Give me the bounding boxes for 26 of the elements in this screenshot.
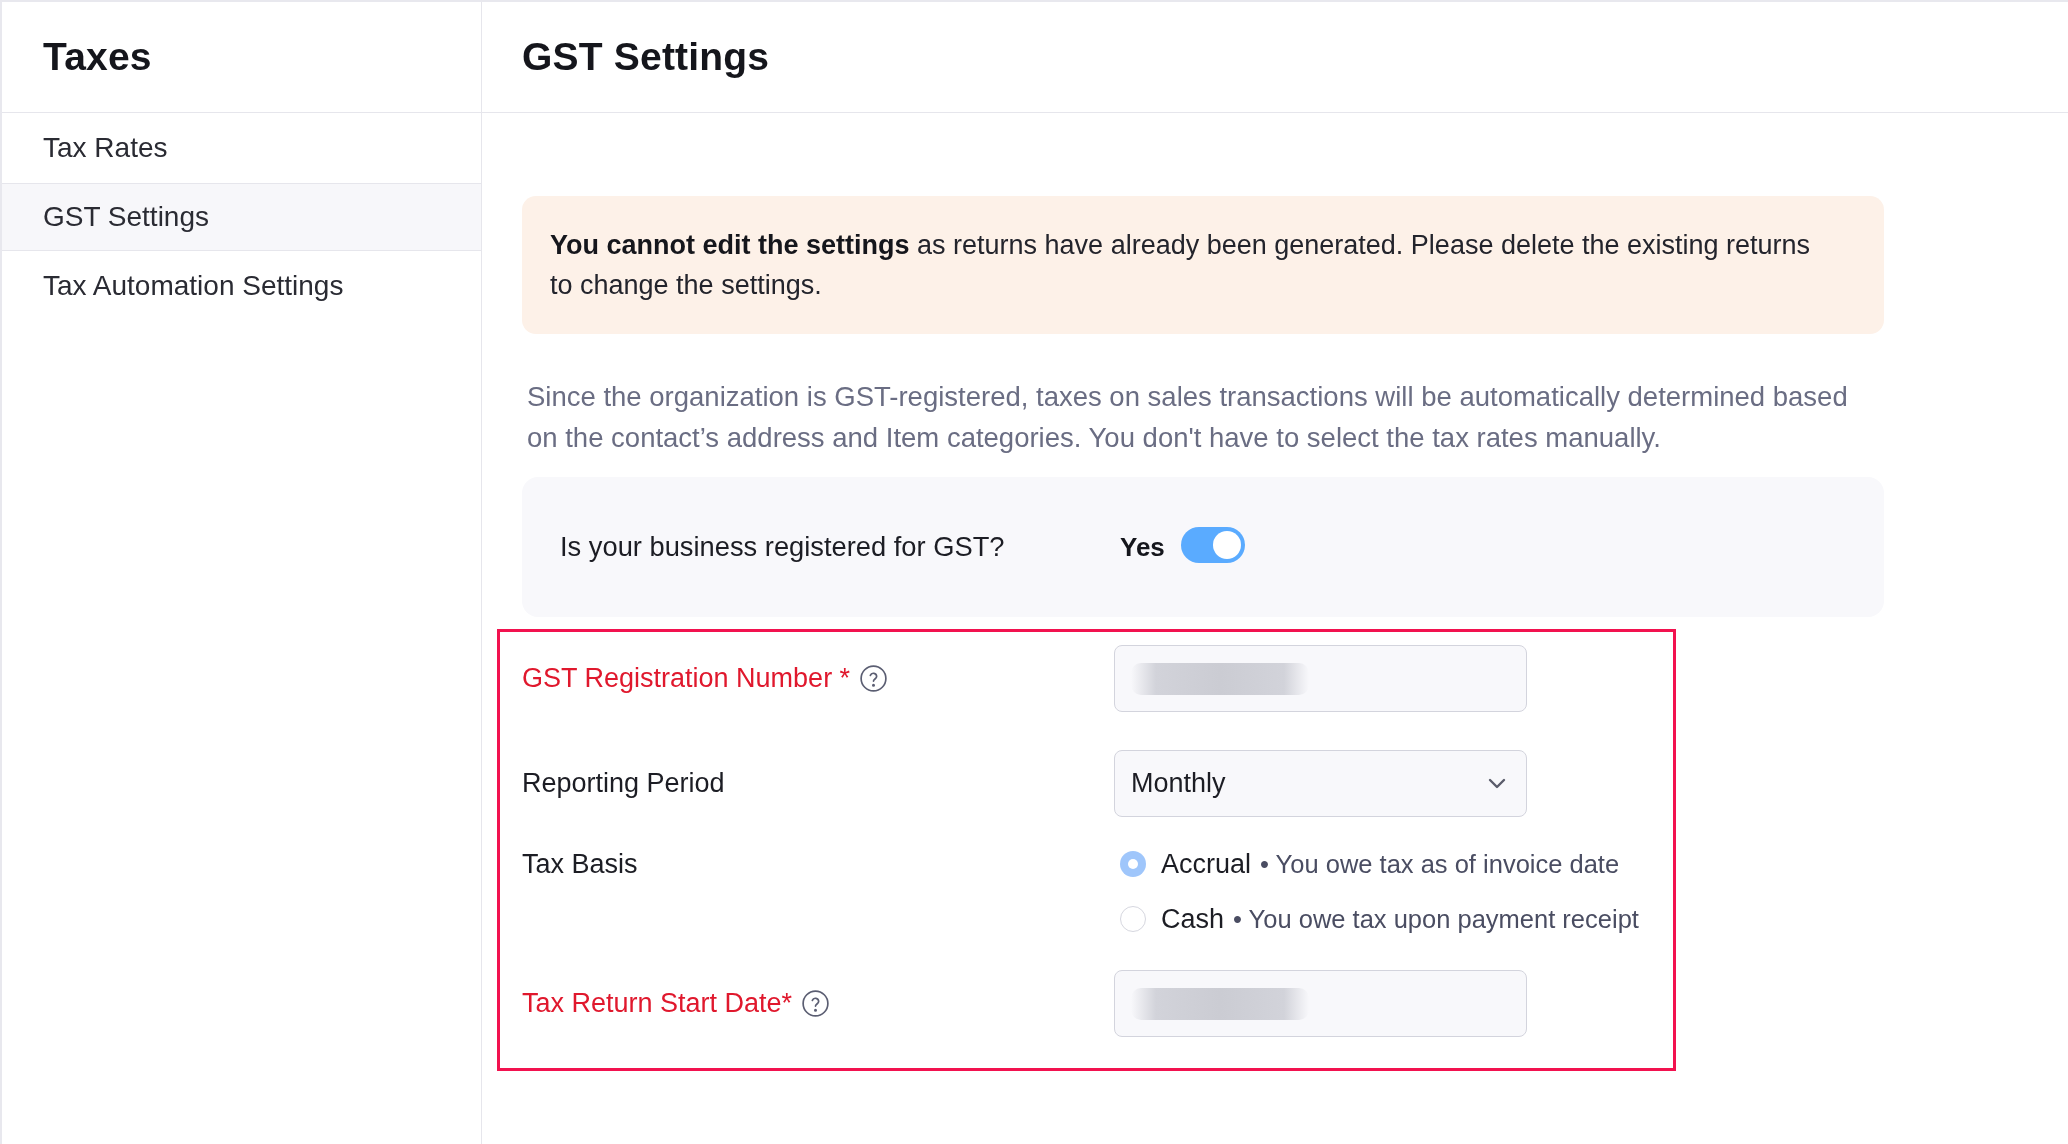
warning-notice: You cannot edit the settings as returns have already been generated. Please delete the existing returns to change the settings. [522,196,1884,334]
field-label: Reporting Period [522,768,725,799]
page-title: GST Settings [522,35,770,79]
radio-label[interactable]: Accrual [1161,848,1252,880]
sidebar-item[interactable]: Tax Rates [2,113,481,183]
radio-button[interactable] [1120,851,1146,877]
help-icon[interactable] [802,990,830,1017]
field-label: GST Registration Number * [522,663,851,694]
field-label: Tax Basis [522,848,638,880]
sidebar-item[interactable]: GST Settings [2,183,481,251]
option-note: • You owe tax as of invoice date [1260,849,1620,879]
help-icon[interactable] [860,665,888,692]
field-label: Tax Return Start Date* [522,988,793,1019]
select-field[interactable]: Monthly [1114,750,1527,817]
chevron-down-icon [1488,778,1506,789]
option-note: • You owe tax upon payment receipt [1233,904,1639,934]
answer-label: Yes [1120,531,1165,563]
question-label: Is your business registered for GST? [560,531,1006,563]
text-field[interactable] [1114,970,1527,1037]
radio-button[interactable] [1120,906,1146,932]
description-text: Since the organization is GST-registered, taxes on sales transactions will be automatically determined based on the contact’s address and Item categories. You don't have to select the tax rates manually. [526,380,1849,455]
radio-label[interactable]: Cash [1161,903,1225,935]
sidebar-title: Taxes [43,35,152,79]
toggle-switch[interactable] [1180,527,1245,563]
text-field[interactable] [1114,645,1527,712]
sidebar-item[interactable]: Tax Automation Settings [2,251,481,321]
